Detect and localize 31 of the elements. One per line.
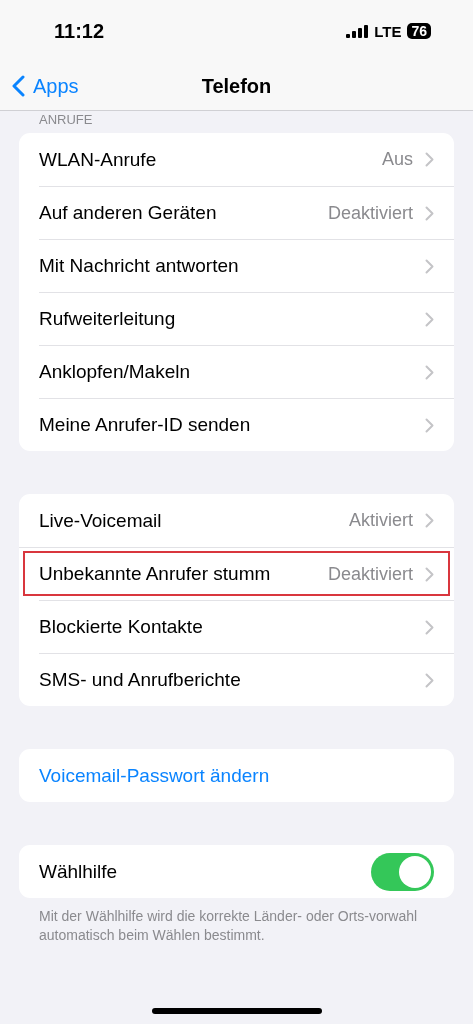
settings-row[interactable]: Rufweiterleitung xyxy=(39,292,454,345)
page-title: Telefon xyxy=(201,74,272,98)
settings-row[interactable]: Anklopfen/Makeln xyxy=(39,345,454,398)
signal-icon xyxy=(346,24,369,38)
section-header: ANRUFE xyxy=(38,111,94,129)
chevron-right-icon xyxy=(425,364,434,380)
chevron-right-icon xyxy=(425,258,434,274)
settings-row[interactable]: Blockierte Kontakte xyxy=(39,600,454,653)
settings-row[interactable]: Meine Anrufer-ID senden xyxy=(39,398,454,451)
settings-row[interactable]: WLAN-Anrufe Aus xyxy=(39,133,454,186)
status-time: 11:12 xyxy=(54,19,105,43)
chevron-right-icon xyxy=(425,566,434,582)
toggle-switch[interactable] xyxy=(371,852,434,891)
footer-note: Mit der Wählhilfe wird die korrekte Länder- oder Orts-vorwahl automatisch beim Wählen bestimmt. xyxy=(38,907,419,945)
chevron-right-icon xyxy=(425,513,434,528)
settings-row[interactable]: Unbekannte Anrufer stumm Deaktiviert xyxy=(19,547,454,600)
chevron-right-icon xyxy=(425,417,434,433)
chevron-right-icon xyxy=(425,311,434,327)
battery-indicator: 76 xyxy=(407,23,431,39)
chevron-right-icon xyxy=(425,152,434,167)
chevron-left-icon xyxy=(12,75,25,97)
network-label: LTE xyxy=(374,22,402,40)
settings-row[interactable]: Voicemail-Passwort ändern xyxy=(39,749,454,802)
chevron-right-icon xyxy=(425,619,434,635)
settings-row[interactable]: Mit Nachricht antworten xyxy=(39,239,454,292)
settings-row[interactable]: SMS- und Anrufberichte xyxy=(39,653,454,706)
settings-row[interactable]: Auf anderen Geräten Deaktiviert xyxy=(39,186,454,239)
chevron-right-icon xyxy=(425,672,434,688)
settings-row[interactable]: Wählhilfe xyxy=(39,845,454,898)
settings-row[interactable]: Live-Voicemail Aktiviert xyxy=(39,494,454,547)
chevron-right-icon xyxy=(425,205,434,221)
